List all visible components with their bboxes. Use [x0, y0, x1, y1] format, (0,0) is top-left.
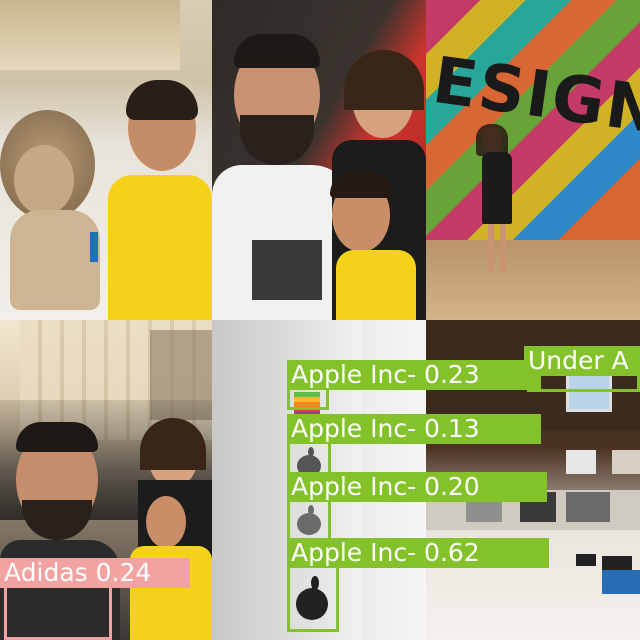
museum-display [0, 0, 180, 70]
woman-dress-3 [482, 152, 512, 224]
boy-jersey-2 [336, 250, 416, 320]
wristband [90, 232, 98, 262]
detection-label-under-armour: Under A [524, 346, 640, 376]
detection-box-adidas [4, 582, 112, 640]
photo-family-selfie [212, 0, 426, 320]
lion-face [14, 145, 74, 215]
boy-face-4 [146, 496, 186, 548]
laptop-3 [566, 492, 610, 522]
floor [426, 240, 640, 320]
boy-hair [126, 80, 198, 120]
phone-1 [576, 554, 596, 566]
detection-label-adidas: Adidas 0.24 [0, 558, 190, 588]
vintage-mac-3 [612, 450, 640, 474]
detection-label-apple-3: Apple Inc- 0.20 [287, 472, 547, 502]
man-hair-4 [16, 422, 98, 452]
designer-wall-text: ESIGNER [428, 43, 640, 163]
boy-hair-2 [330, 172, 392, 198]
brazil-jersey [108, 175, 212, 320]
vintage-mac-2 [566, 450, 596, 474]
leg-right [500, 224, 506, 272]
photo-boy-with-lion [0, 0, 212, 320]
phone-2 [602, 556, 632, 570]
photo-designer-wall: ESIGNER [426, 0, 640, 320]
detection-box-apple-4 [287, 560, 339, 632]
lion-body [10, 210, 100, 310]
man-hair [234, 34, 320, 68]
detection-label-apple-1: Apple Inc- 0.23 [287, 360, 541, 390]
blue-display [602, 570, 640, 594]
detection-label-apple-4: Apple Inc- 0.62 [287, 538, 549, 568]
leg-left [488, 224, 494, 272]
detection-label-apple-2: Apple Inc- 0.13 [287, 414, 541, 444]
shirt-print [252, 240, 322, 300]
man-beard-4 [22, 500, 92, 540]
